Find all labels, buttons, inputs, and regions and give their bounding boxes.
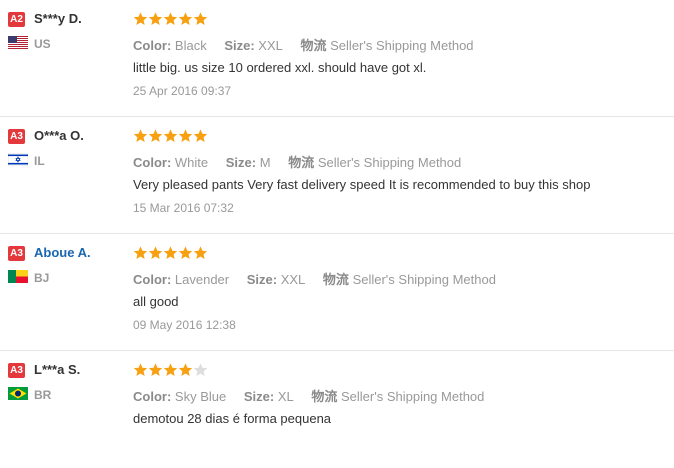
buyer-country: BR xyxy=(34,388,52,402)
shipping-value: Seller's Shipping Method xyxy=(317,155,462,170)
review-text: little big. us size 10 ordered xxl. shou… xyxy=(133,60,427,75)
shipping-label: 物流 xyxy=(300,38,327,53)
star-filled-icon xyxy=(163,363,178,376)
review-date: 09 May 2016 12:38 xyxy=(133,318,236,332)
shipping-value: Seller's Shipping Method xyxy=(330,38,474,53)
star-filled-icon xyxy=(148,363,163,376)
il-flag-icon xyxy=(8,153,28,166)
order-attributes: Color: Sky Blue Size: XL 物流 Seller's Shi… xyxy=(133,386,484,405)
shipping-label: 物流 xyxy=(288,155,315,170)
shipping-label: 物流 xyxy=(322,272,349,287)
buyer-level-badge: A3 xyxy=(8,363,25,378)
star-filled-icon xyxy=(148,129,163,142)
review-item: A3 Aboue A. BJ Color: Lavender Size: XXL… xyxy=(0,234,674,351)
color-label: Color: xyxy=(133,389,172,404)
star-rating xyxy=(133,361,208,379)
star-rating xyxy=(133,244,208,262)
buyer-country: US xyxy=(34,37,51,51)
review-text: all good xyxy=(133,294,179,309)
star-filled-icon xyxy=(133,129,148,142)
star-filled-icon xyxy=(178,129,193,142)
star-filled-icon xyxy=(193,129,208,142)
order-attributes: Color: Lavender Size: XXL 物流 Seller's Sh… xyxy=(133,269,496,288)
review-item: A2 S***y D. US Color: Black Size: XXL 物流… xyxy=(0,0,674,117)
star-filled-icon xyxy=(163,12,178,25)
size-label: Size: xyxy=(225,155,257,170)
star-filled-icon xyxy=(148,246,163,259)
star-rating xyxy=(133,10,208,28)
color-label: Color: xyxy=(133,272,172,287)
buyer-level-badge: A3 xyxy=(8,129,25,144)
review-item: A3 O***a O. IL Color: White Size: M 物流 S… xyxy=(0,117,674,234)
star-filled-icon xyxy=(148,12,163,25)
star-empty-icon xyxy=(193,363,208,376)
size-label: Size: xyxy=(224,38,255,53)
color-value: Sky Blue xyxy=(174,389,227,404)
buyer-level-badge: A2 xyxy=(8,12,25,27)
buyer-name: L***a S. xyxy=(34,362,81,377)
review-date: 25 Apr 2016 09:37 xyxy=(133,84,232,98)
review-text: demotou 28 dias é forma pequena xyxy=(133,411,332,426)
bj-flag-icon xyxy=(8,270,28,283)
size-value: XL xyxy=(277,389,294,404)
order-attributes: Color: White Size: M 物流 Seller's Shippin… xyxy=(133,152,461,171)
star-filled-icon xyxy=(193,246,208,259)
size-label: Size: xyxy=(246,272,278,287)
size-value: M xyxy=(259,155,271,170)
buyer-name: S***y D. xyxy=(34,11,82,26)
shipping-label: 物流 xyxy=(311,389,338,404)
star-rating-graphic xyxy=(133,363,208,376)
star-filled-icon xyxy=(163,129,178,142)
star-filled-icon xyxy=(178,246,193,259)
size-value: XXL xyxy=(258,38,283,53)
star-filled-icon xyxy=(133,363,148,376)
star-filled-icon xyxy=(193,12,208,25)
buyer-name: O***a O. xyxy=(34,128,84,143)
order-attributes: Color: Black Size: XXL 物流 Seller's Shipp… xyxy=(133,35,474,54)
shipping-value: Seller's Shipping Method xyxy=(340,389,485,404)
br-flag-icon xyxy=(8,387,28,400)
size-label: Size: xyxy=(243,389,275,404)
size-value: XXL xyxy=(280,272,306,287)
review-date: 15 Mar 2016 07:32 xyxy=(133,201,234,215)
star-filled-icon xyxy=(133,246,148,259)
color-label: Color: xyxy=(133,38,172,53)
review-list: A2 S***y D. US Color: Black Size: XXL 物流… xyxy=(0,0,674,468)
buyer-name-link[interactable]: Aboue A. xyxy=(34,245,91,260)
color-label: Color: xyxy=(133,155,172,170)
shipping-value: Seller's Shipping Method xyxy=(352,272,496,287)
star-filled-icon xyxy=(133,12,148,25)
buyer-country: BJ xyxy=(34,271,50,285)
star-rating xyxy=(133,127,208,145)
star-rating-graphic xyxy=(133,12,208,25)
review-text: Very pleased pants Very fast delivery sp… xyxy=(133,177,591,192)
star-rating-graphic xyxy=(133,246,208,259)
buyer-country: IL xyxy=(34,154,45,168)
us-flag-icon xyxy=(8,36,28,49)
star-filled-icon xyxy=(178,12,193,25)
color-value: Black xyxy=(174,38,207,53)
buyer-level-badge: A3 xyxy=(8,246,25,261)
star-filled-icon xyxy=(178,363,193,376)
color-value: White xyxy=(174,155,209,170)
star-filled-icon xyxy=(163,246,178,259)
color-value: Lavender xyxy=(174,272,230,287)
review-item: A3 L***a S. BR Color: Sky Blue Size: XL … xyxy=(0,351,674,468)
star-rating-graphic xyxy=(133,129,208,142)
